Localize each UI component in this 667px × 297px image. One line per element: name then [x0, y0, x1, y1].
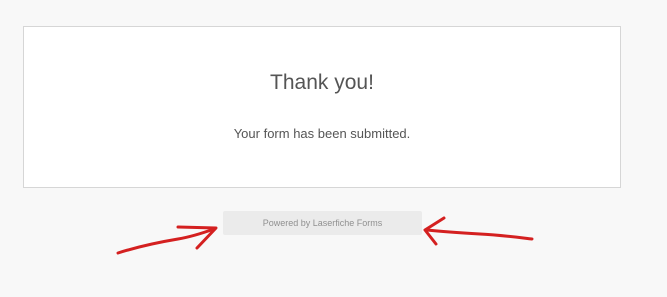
right-arrow-head — [423, 216, 446, 246]
left-arrow-annotation — [116, 227, 216, 255]
page: Thank you! Your form has been submitted.… — [0, 0, 667, 297]
left-arrow-head — [176, 225, 218, 250]
submitted-message: Your form has been submitted. — [233, 126, 411, 141]
powered-by-link[interactable]: Powered by Laserfiche Forms — [223, 211, 422, 235]
confirmation-card: Thank you! Your form has been submitted. — [23, 26, 621, 188]
right-arrow-annotation — [425, 228, 534, 241]
thank-you-heading: Thank you! — [270, 71, 374, 94]
